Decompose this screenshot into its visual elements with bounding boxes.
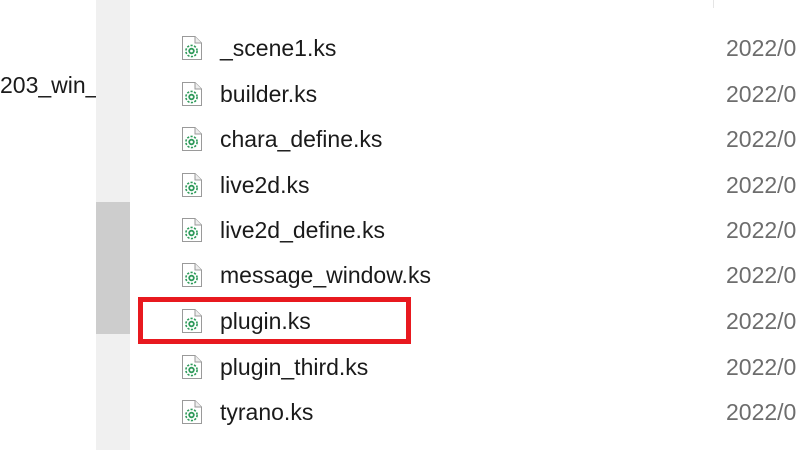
file-row[interactable]: plugin_third.ks 2022/0 bbox=[130, 346, 800, 388]
ks-script-file-icon bbox=[181, 399, 203, 425]
file-row[interactable]: builder.ks 2022/0 bbox=[130, 73, 800, 115]
ks-script-file-icon bbox=[181, 81, 203, 107]
file-name: plugin_third.ks bbox=[220, 354, 369, 380]
column-divider bbox=[713, 0, 714, 8]
file-explorer-window: 203_win_ _scene1.ks 2022/0 builder.ks 20… bbox=[0, 0, 800, 450]
file-row[interactable]: chara_define.ks 2022/0 bbox=[130, 118, 800, 160]
ks-script-file-icon bbox=[181, 262, 203, 288]
file-date: 2022/0 bbox=[726, 262, 797, 288]
file-name: live2d_define.ks bbox=[220, 217, 385, 243]
file-name: live2d.ks bbox=[220, 172, 310, 198]
file-list: _scene1.ks 2022/0 builder.ks 2022/0 char… bbox=[130, 0, 800, 450]
file-row[interactable]: live2d.ks 2022/0 bbox=[130, 164, 800, 206]
ks-script-file-icon bbox=[181, 172, 203, 198]
file-row[interactable]: plugin.ks 2022/0 bbox=[130, 300, 800, 342]
ks-script-file-icon bbox=[181, 354, 203, 380]
file-row[interactable]: message_window.ks 2022/0 bbox=[130, 254, 800, 296]
file-date: 2022/0 bbox=[726, 126, 797, 152]
file-row[interactable]: live2d_define.ks 2022/0 bbox=[130, 209, 800, 251]
file-name: plugin.ks bbox=[220, 308, 311, 334]
file-date: 2022/0 bbox=[726, 81, 797, 107]
file-date: 2022/0 bbox=[726, 399, 797, 425]
file-date: 2022/0 bbox=[726, 354, 797, 380]
file-name: message_window.ks bbox=[220, 262, 431, 288]
file-date: 2022/0 bbox=[726, 308, 797, 334]
navigation-pane: 203_win_ bbox=[0, 0, 96, 450]
file-date: 2022/0 bbox=[726, 217, 797, 243]
ks-script-file-icon bbox=[181, 217, 203, 243]
file-name: tyrano.ks bbox=[220, 399, 314, 425]
ks-script-file-icon bbox=[181, 126, 203, 152]
scrollbar-thumb[interactable] bbox=[96, 202, 130, 334]
ks-script-file-icon bbox=[181, 35, 203, 61]
file-name: builder.ks bbox=[220, 81, 318, 107]
navigation-scrollbar[interactable] bbox=[96, 0, 130, 450]
file-date: 2022/0 bbox=[726, 35, 797, 61]
file-name: chara_define.ks bbox=[220, 126, 383, 152]
file-row[interactable]: tyrano.ks 2022/0 bbox=[130, 391, 800, 433]
file-name: _scene1.ks bbox=[220, 35, 337, 61]
ks-script-file-icon bbox=[181, 308, 203, 334]
file-date: 2022/0 bbox=[726, 172, 797, 198]
nav-folder-item[interactable]: 203_win_ bbox=[0, 70, 96, 100]
file-row[interactable]: _scene1.ks 2022/0 bbox=[130, 27, 800, 69]
